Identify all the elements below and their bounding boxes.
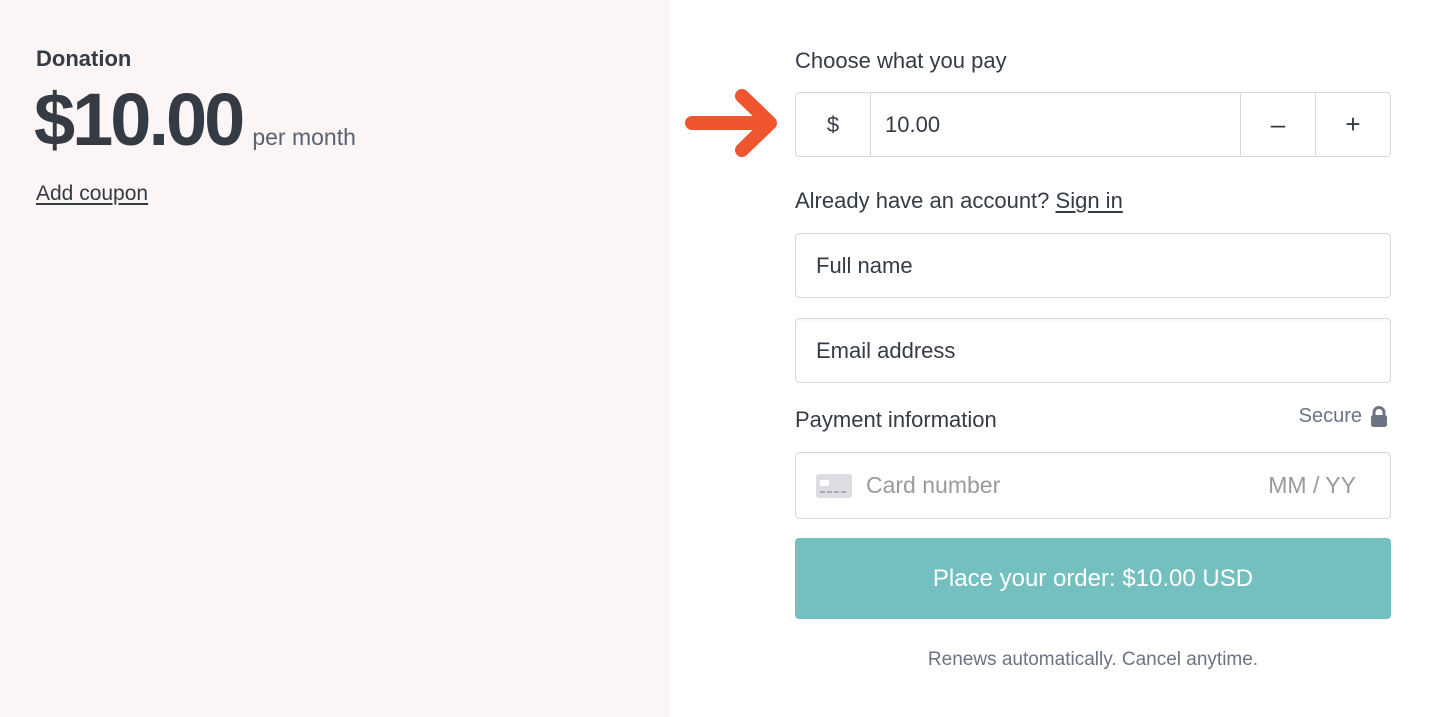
amount-input[interactable] bbox=[871, 93, 1240, 156]
price-period: per month bbox=[252, 124, 356, 150]
arrow-right-icon bbox=[685, 89, 777, 157]
lock-icon bbox=[1371, 405, 1387, 427]
credit-card-icon bbox=[816, 473, 852, 498]
account-prompt: Already have an account? Sign in bbox=[795, 188, 1123, 214]
decrement-button[interactable]: – bbox=[1240, 93, 1315, 156]
card-expiry-input[interactable]: MM / YY bbox=[1268, 472, 1356, 499]
choose-pay-label: Choose what you pay bbox=[795, 48, 1007, 73]
email-field[interactable] bbox=[816, 319, 1390, 382]
place-order-button[interactable]: Place your order: $10.00 USD bbox=[795, 538, 1391, 619]
secure-label: Secure bbox=[1298, 405, 1362, 427]
price-amount: $10.00 bbox=[34, 78, 245, 161]
increment-button[interactable]: + bbox=[1315, 93, 1390, 156]
renew-note: Renews automatically. Cancel anytime. bbox=[927, 649, 1259, 670]
account-prompt-text: Already have an account? bbox=[795, 188, 1050, 213]
amount-stepper: $ – + bbox=[795, 92, 1391, 157]
sign-in-link[interactable]: Sign in bbox=[1056, 188, 1123, 213]
currency-symbol: $ bbox=[796, 93, 871, 156]
price-row: $10.00 per month bbox=[34, 78, 356, 162]
payment-info-label: Payment information bbox=[795, 407, 997, 432]
card-field[interactable]: Card number MM / YY bbox=[795, 452, 1391, 519]
product-name: Donation bbox=[36, 46, 132, 71]
order-summary-panel: Donation $10.00 per month Add coupon bbox=[0, 0, 670, 717]
add-coupon-link[interactable]: Add coupon bbox=[36, 182, 148, 206]
secure-indicator: Secure bbox=[1299, 405, 1388, 428]
email-field-wrapper bbox=[795, 318, 1391, 383]
card-number-input[interactable]: Card number bbox=[866, 472, 1268, 499]
full-name-field[interactable] bbox=[816, 234, 1390, 297]
full-name-field-wrapper bbox=[795, 233, 1391, 298]
